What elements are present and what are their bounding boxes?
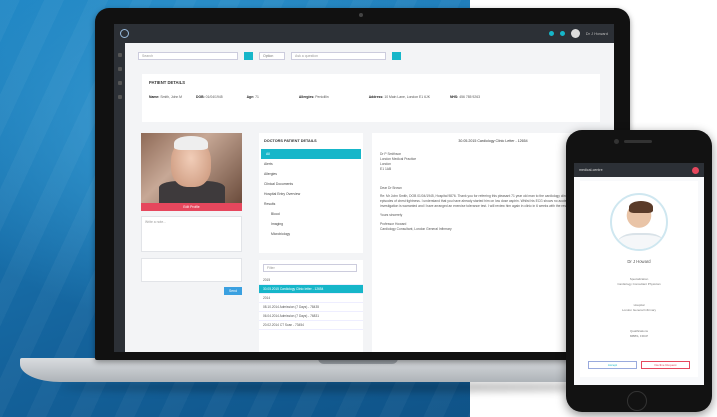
info-block: Qualifications MBBS, FRCP — [580, 329, 698, 338]
menu-item[interactable]: Allergies — [259, 169, 363, 179]
send-button[interactable]: Send — [224, 287, 242, 295]
menu-item[interactable]: Alerts — [259, 159, 363, 169]
patient-details-row: Name: Smith, John M DOB: 01/04/1945 Age: 7… — [142, 85, 600, 99]
patient-details: PATIENT DETAILS Name: Smith, John M DOB: … — [142, 74, 600, 122]
menu-item[interactable]: Results — [259, 199, 363, 209]
patient-field: Name: Smith, John M — [149, 95, 182, 99]
documents-list-items: 2015 30.05.2015 Cardiology Clinic letter … — [259, 276, 363, 330]
phone-camera — [614, 139, 619, 144]
note-secondary-input[interactable] — [141, 258, 242, 282]
patient-field-label: Age: — [246, 95, 255, 99]
patient-field-value: 456 785 9263 — [459, 95, 480, 99]
patient-field-label: Name: — [149, 95, 160, 99]
patient-field-value: 10 Main Lane, London E1 6JK — [384, 95, 430, 99]
laptop-lid: Dr J Howard Search Option Ask a question… — [95, 8, 630, 360]
info-value: MBBS, FRCP — [629, 333, 649, 338]
sidebar-calendar-icon[interactable] — [117, 81, 122, 85]
patient-field: Age: 71 — [247, 95, 259, 99]
info-value: London General Infirmary — [621, 307, 657, 312]
doctor-photo — [610, 193, 668, 251]
patient-field-value: Penicillin — [315, 95, 329, 99]
menu-item[interactable]: Imaging — [259, 219, 363, 229]
patient-field-value: 01/04/1945 — [205, 95, 223, 99]
sidebar — [114, 43, 125, 352]
sidebar-home-icon[interactable] — [117, 53, 122, 57]
documents-list: Filter 2015 30.05.2015 Cardiology Clinic … — [259, 260, 363, 352]
message-icon[interactable] — [559, 31, 565, 36]
patient-details-menu: DOCTORS PATIENT DETAILS All Alerts Allergi… — [259, 133, 363, 253]
patient-field: DOB: 01/04/1945 — [196, 95, 223, 99]
phone-brand: medical-centre — [579, 168, 603, 172]
phone: medical-centre Dr J Howard Specializatio… — [566, 130, 712, 412]
patient-field-label: Allergies: — [298, 95, 315, 99]
list-item[interactable]: 20.02.2014 CT Scan - 73454 — [259, 321, 363, 330]
phone-avatar[interactable] — [692, 166, 699, 174]
list-item[interactable]: 06.04.2014 Admission (7 Days) - 76831 — [259, 312, 363, 321]
menu-title: DOCTORS PATIENT DETAILS — [264, 139, 317, 143]
patient-field-label: NHS: — [449, 95, 459, 99]
laptop-shadow — [60, 382, 650, 392]
photo-hair — [174, 136, 208, 150]
user-name[interactable]: Dr J Howard — [586, 31, 608, 36]
edit-profile-button[interactable]: Edit Profile — [141, 203, 242, 211]
menu-item[interactable]: Clinical Documents — [259, 179, 363, 189]
patient-field-label: Address: — [368, 95, 384, 99]
menu-item[interactable]: Hospital Entry Overview — [259, 189, 363, 199]
menu-item[interactable]: All — [261, 149, 361, 159]
patient-field-value: 71 — [255, 95, 259, 99]
doctor-card: Dr J Howard Specialization Cardiology Co… — [580, 181, 698, 377]
menu-items: All Alerts Allergies Clinical Documents Hosp… — [259, 149, 363, 239]
question-button[interactable] — [392, 52, 401, 60]
patient-photo — [141, 133, 242, 203]
avatar[interactable] — [570, 29, 580, 38]
option-select[interactable]: Option — [259, 52, 285, 60]
app-logo-icon[interactable] — [120, 29, 129, 38]
doctor-hair — [629, 201, 653, 213]
phone-speaker — [624, 140, 652, 143]
notification-icon[interactable] — [548, 31, 554, 36]
question-input[interactable]: Ask a question — [291, 52, 386, 60]
sidebar-settings-icon[interactable] — [117, 95, 122, 99]
phone-home-button[interactable] — [627, 391, 647, 411]
laptop-camera — [359, 13, 363, 17]
sidebar-patients-icon[interactable] — [117, 67, 122, 71]
phone-screen: medical-centre Dr J Howard Specializatio… — [574, 163, 704, 385]
info-block: Hospital London General Infirmary — [580, 303, 698, 312]
menu-item[interactable]: Microbiology — [259, 229, 363, 239]
decline-button[interactable]: Decline Request — [641, 361, 690, 369]
info-block: Specialization Cardiology Consultant Phy… — [580, 277, 698, 286]
list-item[interactable]: 2014 — [259, 294, 363, 303]
doctor-coat — [618, 233, 664, 249]
patient-field-value: Smith, John M — [160, 95, 182, 99]
phone-topbar: medical-centre — [574, 163, 704, 177]
patient-field-label: DOB: — [196, 95, 205, 99]
search-button[interactable] — [244, 52, 253, 60]
menu-item[interactable]: Blood — [259, 209, 363, 219]
list-item[interactable]: 08.10.2014 Admission (7 Days) - 78435 — [259, 303, 363, 312]
note-input[interactable]: Write a note... — [141, 216, 242, 252]
list-item[interactable]: 30.05.2015 Cardiology Clinic letter - 12… — [259, 285, 363, 294]
filter-input[interactable]: Filter — [263, 264, 357, 272]
doctor-name: Dr J Howard — [627, 259, 651, 264]
laptop-screen: Dr J Howard Search Option Ask a question… — [114, 24, 614, 352]
accept-button[interactable]: Accept — [588, 361, 637, 369]
search-row: Search Option Ask a question — [138, 52, 401, 60]
phone-buttons: Accept Decline Request — [588, 361, 690, 369]
patient-field: NHS: 456 785 9263 — [450, 95, 480, 99]
list-item[interactable]: 2015 — [259, 276, 363, 285]
app-topbar: Dr J Howard — [114, 24, 614, 43]
patient-field: Address: 10 Main Lane, London E1 6JK — [369, 95, 430, 99]
patient-field: Allergies: Penicillin — [299, 95, 329, 99]
info-value: Cardiology Consultant Physician — [617, 281, 661, 286]
search-input[interactable]: Search — [138, 52, 238, 60]
patient-details-title: PATIENT DETAILS — [149, 80, 186, 85]
